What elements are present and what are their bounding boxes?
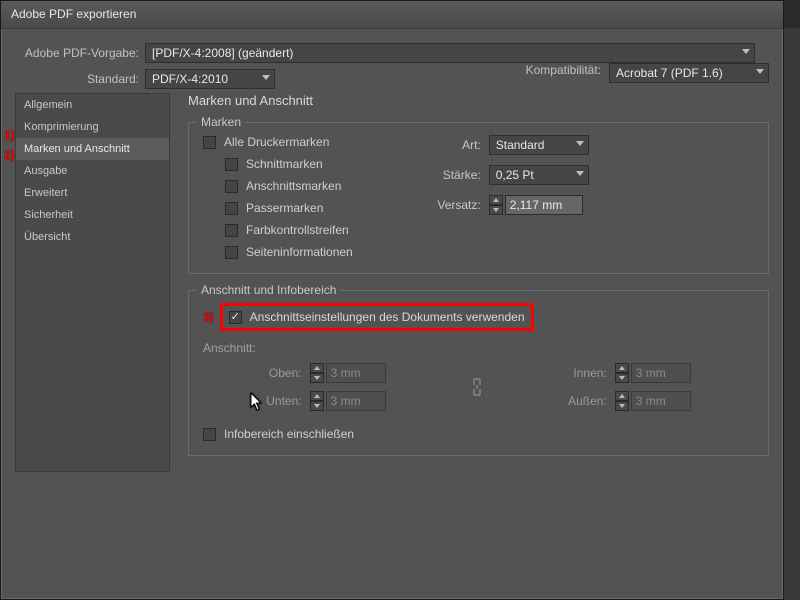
bleed-top-spinner bbox=[310, 363, 324, 383]
highlight-use-document-bleed: Anschnittseinstellungen des Dokuments ve… bbox=[220, 303, 534, 331]
bleed-legend: Anschnitt und Infobereich bbox=[197, 283, 340, 297]
compat-dropdown[interactable]: Acrobat 7 (PDF 1.6) bbox=[609, 63, 769, 83]
sidebar-item-advanced[interactable]: Erweitert bbox=[16, 182, 169, 204]
mark-weight-label: Stärke: bbox=[423, 168, 481, 182]
page-info-checkbox[interactable] bbox=[225, 246, 238, 259]
chevron-down-icon bbox=[576, 141, 584, 146]
mark-offset-label: Versatz: bbox=[423, 198, 481, 212]
offset-input[interactable]: 2,117 mm bbox=[505, 195, 583, 215]
chevron-down-icon bbox=[756, 69, 764, 74]
bleed-inner-value: 3 mm bbox=[631, 363, 691, 383]
sidebar-item-marks-bleed[interactable]: Marken und Anschnitt bbox=[16, 138, 169, 160]
bleed-bottom-value: 3 mm bbox=[326, 391, 386, 411]
window-titlebar: Adobe PDF exportieren bbox=[1, 1, 783, 29]
bleed-inner-spinner bbox=[615, 363, 629, 383]
bleed-outer-value: 3 mm bbox=[631, 391, 691, 411]
bleed-outer-spinner bbox=[615, 391, 629, 411]
mark-type-dropdown[interactable]: Standard bbox=[489, 135, 589, 155]
preset-label: Adobe PDF-Vorgabe: bbox=[15, 46, 139, 60]
standard-dropdown[interactable]: PDF/X-4:2010 bbox=[145, 69, 275, 89]
bleed-inner-label: Innen: bbox=[505, 366, 607, 380]
bleed-top-value: 3 mm bbox=[326, 363, 386, 383]
chevron-down-icon bbox=[742, 49, 750, 54]
category-sidebar: Allgemein Komprimierung Marken und Ansch… bbox=[15, 93, 170, 472]
bleed-bottom-spinner bbox=[310, 391, 324, 411]
use-document-bleed-label: Anschnittseinstellungen des Dokuments ve… bbox=[250, 310, 525, 324]
marks-legend: Marken bbox=[197, 115, 245, 129]
preset-value: [PDF/X-4:2008] (geändert) bbox=[152, 46, 293, 60]
bleed-bottom-label: Unten: bbox=[203, 394, 302, 408]
crop-marks-checkbox[interactable] bbox=[225, 158, 238, 171]
sidebar-item-security[interactable]: Sicherheit bbox=[16, 204, 169, 226]
compat-value: Acrobat 7 (PDF 1.6) bbox=[616, 66, 723, 80]
panel-title: Marken und Anschnitt bbox=[188, 93, 769, 108]
export-pdf-dialog: Adobe PDF exportieren Adobe PDF-Vorgabe:… bbox=[0, 0, 784, 600]
standard-value: PDF/X-4:2010 bbox=[152, 72, 228, 86]
mark-type-label: Art: bbox=[423, 138, 481, 152]
bleed-subtitle: Anschnitt: bbox=[203, 341, 754, 355]
all-printer-marks-checkbox[interactable] bbox=[203, 136, 216, 149]
marks-bleed-panel: Marken und Anschnitt Marken Alle Drucker… bbox=[188, 93, 769, 472]
offset-spinner[interactable] bbox=[489, 195, 503, 215]
include-slug-label: Infobereich einschließen bbox=[224, 427, 354, 441]
main-split: Allgemein Komprimierung Marken und Ansch… bbox=[15, 93, 769, 472]
use-document-bleed-checkbox[interactable] bbox=[229, 311, 242, 324]
sidebar-item-general[interactable]: Allgemein bbox=[16, 94, 169, 116]
registration-marks-checkbox[interactable] bbox=[225, 202, 238, 215]
bleed-values-grid: Oben: 3 mm Innen: 3 mm Unten: 3 mm Außen… bbox=[203, 363, 754, 411]
chevron-down-icon bbox=[262, 75, 270, 80]
right-side-panel bbox=[784, 28, 800, 600]
compat-label: Kompatibilität: bbox=[526, 63, 601, 83]
sidebar-item-compression[interactable]: Komprimierung bbox=[16, 116, 169, 138]
bleed-fieldset: Anschnitt und Infobereich 3) Anschnittse… bbox=[188, 290, 769, 456]
bleed-top-label: Oben: bbox=[203, 366, 302, 380]
dialog-content: Adobe PDF-Vorgabe: [PDF/X-4:2008] (geänd… bbox=[1, 29, 783, 472]
color-bars-checkbox[interactable] bbox=[225, 224, 238, 237]
all-printer-marks-label: Alle Druckermarken bbox=[224, 135, 329, 149]
standard-label: Standard: bbox=[15, 72, 139, 86]
include-slug-checkbox[interactable] bbox=[203, 428, 216, 441]
bleed-outer-label: Außen: bbox=[505, 394, 607, 408]
sidebar-item-output[interactable]: Ausgabe bbox=[16, 160, 169, 182]
link-icon bbox=[469, 373, 485, 401]
bleed-marks-checkbox[interactable] bbox=[225, 180, 238, 193]
annotation-marker-3: 3) bbox=[203, 310, 214, 324]
window-title: Adobe PDF exportieren bbox=[11, 7, 136, 21]
sidebar-item-summary[interactable]: Übersicht bbox=[16, 226, 169, 248]
preset-dropdown[interactable]: [PDF/X-4:2008] (geändert) bbox=[145, 43, 755, 63]
mark-weight-dropdown[interactable]: 0,25 Pt bbox=[489, 165, 589, 185]
chevron-down-icon bbox=[576, 171, 584, 176]
marks-fieldset: Marken Alle Druckermarken Schnittmarken … bbox=[188, 122, 769, 274]
